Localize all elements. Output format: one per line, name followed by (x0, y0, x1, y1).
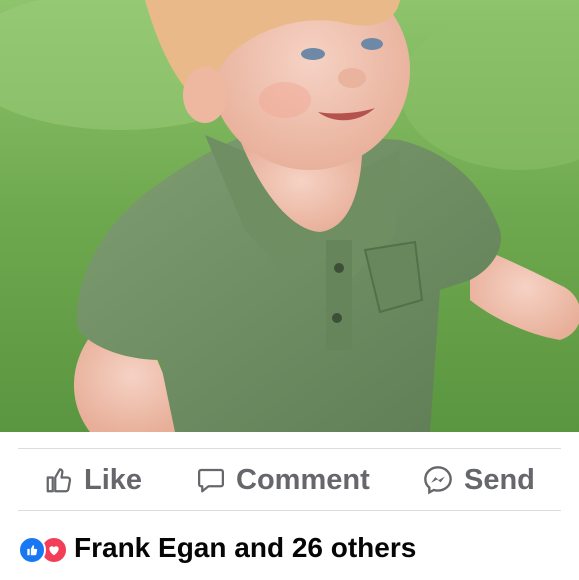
thumbs-up-icon (46, 468, 72, 493)
reaction-summary[interactable]: Frank Egan and 26 others (18, 528, 416, 568)
child-photo-image (0, 0, 579, 432)
reaction-summary-text: Frank Egan and 26 others (74, 532, 417, 563)
post-photo[interactable] (0, 0, 579, 432)
comment-label: Comment (236, 463, 370, 496)
like-label: Like (84, 463, 143, 496)
send-button[interactable]: Send (422, 452, 535, 508)
post-actions-bar: Like Comment Send (0, 452, 579, 508)
like-button[interactable]: Like (44, 452, 142, 508)
like-reaction-icon (18, 536, 46, 564)
reaction-icons (18, 534, 70, 564)
bottom-divider (18, 510, 561, 511)
messenger-icon (424, 466, 452, 495)
send-label: Send (464, 463, 535, 496)
comment-button[interactable]: Comment (196, 452, 370, 508)
top-divider (18, 448, 561, 449)
comment-bubble-icon (198, 468, 224, 493)
